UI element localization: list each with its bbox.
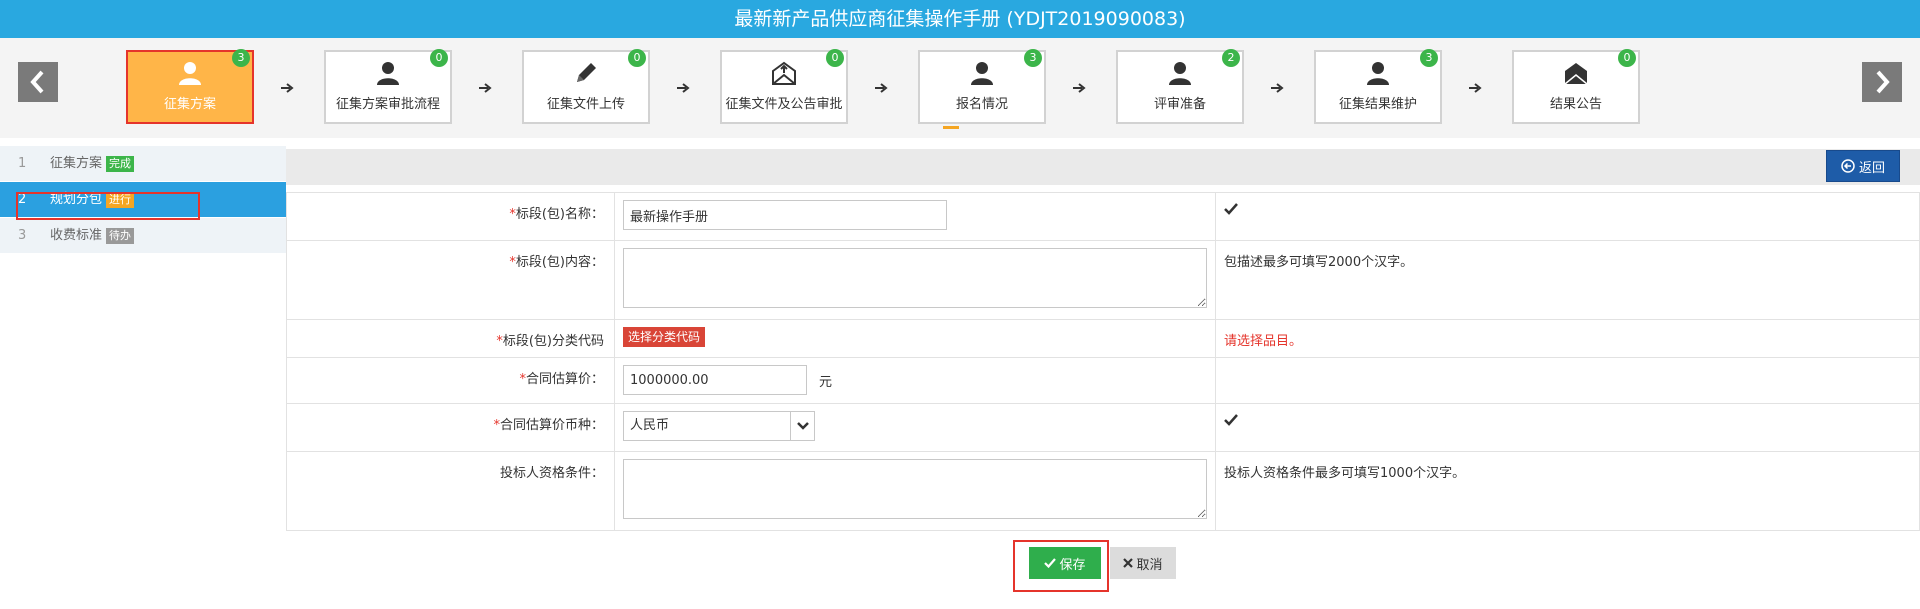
form-row-name: *标段(包)名称： (286, 192, 1920, 241)
package-form: *标段(包)名称： *标段(包)内容： 包描述最多可填写2000个汉字。 *标段… (286, 192, 1920, 531)
sidebar-item-label: 征集方案 (50, 156, 103, 171)
check-icon (1044, 558, 1057, 568)
step-label: 征集方案审批流程 (335, 97, 440, 112)
chevron-down-icon (790, 412, 814, 440)
step-label: 结果公告 (1549, 97, 1602, 112)
next-arrow-button[interactable] (1862, 62, 1902, 102)
chevron-left-icon (30, 70, 44, 94)
content-hint: 包描述最多可填写2000个汉字。 (1215, 240, 1920, 320)
step-label: 征集结果维护 (1338, 97, 1417, 112)
cancel-button-label: 取消 (1136, 557, 1163, 573)
envelope-icon (1514, 60, 1638, 90)
step-bar: 3 征集方案 0 征集方案审批流程 0 征集文件上传 0 征集文件及公告审批 3… (0, 38, 1920, 138)
save-button[interactable]: 保存 (1029, 547, 1101, 579)
circle-arrow-left-icon (1841, 159, 1855, 173)
step-label: 征集文件上传 (546, 97, 625, 112)
currency-unit: 元 (819, 374, 833, 390)
arrow-right-icon (1469, 83, 1482, 93)
field-label: 标段(包)名称： (515, 207, 604, 222)
arrow-right-icon (1271, 83, 1284, 93)
cancel-button[interactable]: 取消 (1110, 547, 1176, 579)
arrow-right-icon (479, 83, 492, 93)
category-error-text: 请选择品目。 (1215, 319, 1920, 358)
arrow-right-icon (1073, 83, 1086, 93)
field-label: 合同估算价币种： (499, 418, 604, 433)
step-registration[interactable]: 3 报名情况 (918, 49, 1046, 124)
step-label: 征集方案 (163, 97, 216, 112)
check-icon (1224, 203, 1238, 215)
step-plan-approval[interactable]: 0 征集方案审批流程 (324, 49, 452, 124)
user-icon (326, 60, 450, 90)
field-label: 标段(包)内容： (515, 255, 604, 270)
form-row-currency: *合同估算价币种： 人民币 (286, 403, 1920, 452)
sidebar-item-label: 收费标准 (50, 228, 103, 243)
current-step-indicator (943, 126, 959, 129)
user-icon (920, 60, 1044, 90)
form-row-price: *合同估算价： 元 (286, 357, 1920, 404)
step-label: 征集文件及公告审批 (725, 97, 843, 112)
step-label: 评审准备 (1153, 97, 1206, 112)
chevron-right-icon (1876, 70, 1890, 94)
status-badge: 待办 (106, 227, 135, 244)
bidder-qualification-textarea[interactable] (623, 459, 1207, 519)
field-label: 标段(包)分类代码 (502, 334, 604, 349)
estimated-price-input[interactable] (623, 365, 807, 395)
field-label: 投标人资格条件： (499, 466, 604, 481)
qualification-hint: 投标人资格条件最多可填写1000个汉字。 (1215, 451, 1920, 531)
sidebar-item-number: 3 (18, 228, 27, 243)
step-result-notice[interactable]: 0 结果公告 (1512, 49, 1640, 124)
step-review-prep[interactable]: 2 评审准备 (1116, 49, 1244, 124)
arrow-right-icon (281, 83, 294, 93)
back-button[interactable]: 返回 (1826, 150, 1900, 182)
step-file-upload[interactable]: 0 征集文件上传 (522, 49, 650, 124)
package-name-input[interactable] (623, 200, 947, 230)
step-file-notice-approval[interactable]: 0 征集文件及公告审批 (720, 49, 848, 124)
back-button-label: 返回 (1858, 160, 1885, 176)
pencil-icon (524, 60, 648, 90)
form-row-category-code: *标段(包)分类代码 选择分类代码 请选择品目。 (286, 319, 1920, 358)
sidebar-item-number: 1 (18, 156, 27, 171)
currency-selected-value: 人民币 (630, 418, 670, 433)
arrow-right-icon (677, 83, 690, 93)
form-row-qualification: 投标人资格条件： 投标人资格条件最多可填写1000个汉字。 (286, 451, 1920, 531)
save-button-label: 保存 (1059, 557, 1086, 573)
form-row-content: *标段(包)内容： 包描述最多可填写2000个汉字。 (286, 240, 1920, 320)
step-collection-plan[interactable]: 3 征集方案 (126, 49, 254, 124)
page-title: 最新新产品供应商征集操作手册 (YDJT2019090083) (0, 0, 1920, 38)
sidebar-item-fee-standard[interactable]: 3 收费标准 待办 (0, 218, 286, 254)
close-icon (1123, 558, 1134, 568)
step-result-maintenance[interactable]: 3 征集结果维护 (1314, 49, 1442, 124)
user-icon (1118, 60, 1242, 90)
user-icon (1316, 60, 1440, 90)
previous-arrow-button[interactable] (18, 62, 58, 102)
select-category-code-button[interactable]: 选择分类代码 (623, 327, 706, 347)
status-badge: 完成 (106, 155, 135, 172)
envelope-upload-icon (722, 60, 846, 90)
arrow-right-icon (875, 83, 888, 93)
sidebar-highlight-box (16, 192, 200, 220)
sidebar-item-collection-plan[interactable]: 1 征集方案 完成 (0, 146, 286, 182)
step-label: 报名情况 (955, 97, 1008, 112)
user-icon (128, 60, 252, 90)
field-label: 合同估算价： (525, 372, 604, 387)
check-icon (1224, 414, 1238, 426)
package-content-textarea[interactable] (623, 248, 1207, 308)
currency-select[interactable]: 人民币 (623, 411, 815, 441)
toolbar-strip (286, 149, 1920, 185)
